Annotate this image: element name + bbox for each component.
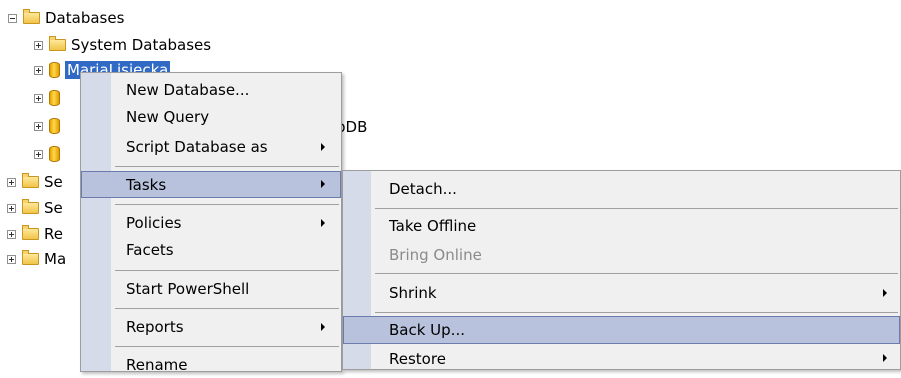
menu-item-facets[interactable]: Facets bbox=[81, 237, 341, 263]
tree-node-folder[interactable]: Se bbox=[7, 197, 63, 219]
menu-item-label: Policies bbox=[126, 214, 182, 232]
menu-item-label: Take Offline bbox=[389, 217, 477, 235]
tree-node-database[interactable] bbox=[34, 115, 65, 137]
menu-item-label: New Query bbox=[126, 108, 210, 126]
tree-label-partial[interactable]: Se bbox=[44, 199, 63, 217]
menu-item-detach[interactable]: Detach... bbox=[343, 175, 900, 203]
tree-node-folder[interactable]: Ma bbox=[7, 248, 66, 270]
folder-icon bbox=[23, 9, 40, 24]
submenu-arrow-icon bbox=[883, 354, 887, 362]
menu-item-label: Rename bbox=[126, 356, 188, 374]
folder-icon bbox=[22, 199, 39, 214]
menu-item-label: Facets bbox=[126, 241, 174, 259]
menu-separator bbox=[375, 208, 898, 209]
tree-node-folder[interactable]: Re bbox=[7, 223, 63, 245]
menu-item-label: Bring Online bbox=[389, 246, 482, 264]
expand-icon[interactable] bbox=[34, 40, 43, 50]
submenu-arrow-icon bbox=[321, 180, 325, 188]
menu-item-label: Tasks bbox=[126, 175, 167, 194]
expand-icon[interactable] bbox=[7, 254, 16, 264]
menu-item-label: New Database... bbox=[126, 81, 250, 99]
context-menu: New Database... New Query Script Databas… bbox=[80, 72, 342, 374]
menu-item-restore[interactable]: Restore bbox=[343, 346, 900, 371]
menu-separator bbox=[115, 270, 339, 271]
tree-node-folder[interactable]: Se bbox=[7, 171, 63, 193]
database-icon bbox=[49, 90, 60, 106]
expand-icon[interactable] bbox=[7, 203, 16, 213]
menu-item-bring-online: Bring Online bbox=[343, 242, 900, 268]
menu-separator bbox=[375, 312, 898, 313]
expand-icon[interactable] bbox=[7, 229, 16, 239]
folder-icon bbox=[49, 36, 66, 51]
tree-node-database[interactable] bbox=[34, 87, 65, 109]
tree-node-system-databases[interactable]: System Databases bbox=[34, 34, 211, 56]
menu-separator bbox=[115, 346, 339, 347]
submenu-arrow-icon bbox=[321, 143, 325, 151]
tree-label-partial[interactable]: Se bbox=[44, 173, 63, 191]
submenu-arrow-icon bbox=[321, 219, 325, 227]
expand-icon[interactable] bbox=[7, 177, 16, 187]
menu-item-new-database[interactable]: New Database... bbox=[81, 77, 341, 103]
menu-item-policies[interactable]: Policies bbox=[81, 210, 341, 236]
menu-item-label: Back Up... bbox=[389, 321, 465, 339]
menu-item-reports[interactable]: Reports bbox=[81, 314, 341, 340]
tree-node-databases[interactable]: Databases bbox=[8, 7, 124, 29]
menu-item-back-up[interactable]: Back Up... bbox=[343, 316, 900, 344]
menu-item-shrink[interactable]: Shrink bbox=[343, 279, 900, 307]
menu-separator bbox=[375, 273, 898, 274]
database-icon bbox=[49, 146, 60, 162]
collapse-icon[interactable] bbox=[8, 13, 17, 23]
menu-separator bbox=[115, 308, 339, 309]
tree-label-databases[interactable]: Databases bbox=[45, 9, 124, 27]
menu-item-label: Shrink bbox=[389, 284, 437, 302]
folder-icon bbox=[22, 173, 39, 188]
database-icon bbox=[49, 118, 60, 134]
tasks-submenu: Detach... Take Offline Bring Online Shri… bbox=[342, 170, 901, 370]
expand-icon[interactable] bbox=[34, 65, 43, 75]
database-icon bbox=[49, 62, 60, 78]
menu-item-label: Script Database as bbox=[126, 138, 268, 156]
menu-item-label: Restore bbox=[389, 349, 446, 368]
menu-separator bbox=[115, 204, 339, 205]
submenu-arrow-icon bbox=[321, 323, 325, 331]
menu-item-new-query[interactable]: New Query bbox=[81, 104, 341, 130]
menu-item-label: Start PowerShell bbox=[126, 280, 250, 298]
tree-node-database[interactable] bbox=[34, 143, 65, 165]
tree-label-partial[interactable]: Re bbox=[44, 225, 63, 243]
folder-icon bbox=[22, 225, 39, 240]
menu-item-script-database-as[interactable]: Script Database as bbox=[81, 134, 341, 160]
menu-item-label: Detach... bbox=[389, 180, 457, 198]
expand-icon[interactable] bbox=[34, 93, 43, 103]
expand-icon[interactable] bbox=[34, 121, 43, 131]
menu-item-start-powershell[interactable]: Start PowerShell bbox=[81, 276, 341, 302]
folder-icon bbox=[22, 250, 39, 265]
menu-item-label: Reports bbox=[126, 318, 184, 336]
menu-item-tasks[interactable]: Tasks bbox=[81, 171, 341, 198]
menu-item-rename[interactable]: Rename bbox=[81, 352, 341, 378]
menu-separator bbox=[115, 166, 339, 167]
expand-icon[interactable] bbox=[34, 149, 43, 159]
menu-item-take-offline[interactable]: Take Offline bbox=[343, 213, 900, 239]
submenu-arrow-icon bbox=[883, 289, 887, 297]
tree-label-system-databases[interactable]: System Databases bbox=[71, 36, 211, 54]
tree-label-partial[interactable]: Ma bbox=[44, 250, 66, 268]
